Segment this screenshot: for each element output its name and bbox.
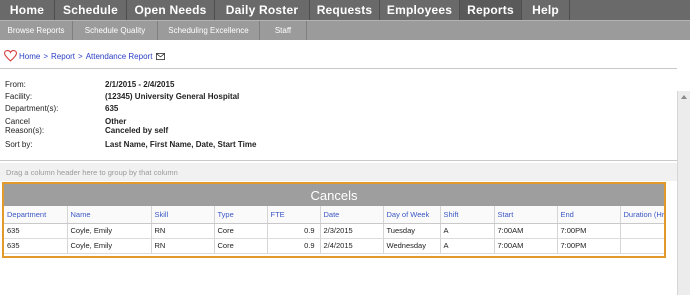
subnav-staff[interactable]: Staff — [260, 21, 307, 40]
cell-date: 2/3/2015 — [320, 223, 384, 239]
divider — [0, 160, 677, 161]
column-header-date[interactable]: Date — [320, 206, 384, 224]
nav-help[interactable]: Help — [522, 0, 570, 20]
column-header-start[interactable]: Start — [494, 206, 558, 224]
breadcrumb-separator: > — [43, 51, 49, 61]
subnav-browse-reports[interactable]: Browse Reports — [0, 21, 73, 40]
nav-employees[interactable]: Employees — [380, 0, 460, 20]
cell-department: 635 — [4, 223, 68, 239]
cancels-table: Department Name Skill Type FTE Date Day … — [4, 206, 664, 254]
cell-shift: A — [440, 238, 495, 254]
cancel-reason-value: Other — [105, 117, 127, 126]
column-header-skill[interactable]: Skill — [151, 206, 215, 224]
table-row[interactable]: 635 Coyle, Emily RN Core 0.9 2/4/2015 We… — [4, 238, 664, 254]
sub-navigation: Browse Reports Schedule Quality Scheduli… — [0, 20, 690, 40]
cell-date: 2/4/2015 — [320, 238, 384, 254]
column-header-department[interactable]: Department — [4, 206, 68, 224]
nav-daily-roster[interactable]: Daily Roster — [215, 0, 310, 20]
cancel-reason-label: Reason(s): — [5, 126, 45, 135]
cell-type: Core — [214, 223, 268, 239]
nav-open-needs[interactable]: Open Needs — [127, 0, 215, 20]
table-row[interactable]: 635 Coyle, Emily RN Core 0.9 2/3/2015 Tu… — [4, 223, 664, 239]
column-header-day-of-week[interactable]: Day of Week — [383, 206, 441, 224]
cell-shift: A — [440, 223, 495, 239]
nav-requests[interactable]: Requests — [310, 0, 380, 20]
cancel-reason-value: Canceled by self — [105, 126, 169, 135]
header-row: Department Name Skill Type FTE Date Day … — [4, 206, 664, 224]
column-header-name[interactable]: Name — [67, 206, 152, 224]
cell-day-of-week: Wednesday — [383, 238, 441, 254]
cell-start: 7:00AM — [494, 238, 558, 254]
column-header-fte[interactable]: FTE — [267, 206, 321, 224]
cell-name: Coyle, Emily — [67, 223, 152, 239]
top-navigation: Home Schedule Open Needs Daily Roster Re… — [0, 0, 690, 20]
facility-label: Facility: — [5, 92, 33, 101]
nav-reports[interactable]: Reports — [460, 0, 522, 20]
breadcrumb-report[interactable]: Report — [51, 52, 75, 61]
column-header-type[interactable]: Type — [214, 206, 268, 224]
cell-name: Coyle, Emily — [67, 238, 152, 254]
cell-end: 7:00PM — [557, 238, 621, 254]
cell-skill: RN — [151, 238, 215, 254]
column-header-shift[interactable]: Shift — [440, 206, 495, 224]
facility-value: (12345) University General Hospital — [105, 92, 240, 101]
cell-department: 635 — [4, 238, 68, 254]
sort-by-label: Sort by: — [5, 140, 33, 149]
envelope-icon[interactable] — [156, 52, 166, 60]
subnav-schedule-quality[interactable]: Schedule Quality — [73, 21, 158, 40]
cancels-grid: Cancels Department Name Skill Type FTE D… — [2, 182, 666, 258]
cell-end: 7:00PM — [557, 223, 621, 239]
column-header-end[interactable]: End — [557, 206, 621, 224]
breadcrumb-home[interactable]: Home — [19, 52, 40, 61]
cell-type: Core — [214, 238, 268, 254]
nav-schedule[interactable]: Schedule — [55, 0, 127, 20]
cell-fte: 0.9 — [267, 223, 321, 239]
column-header-duration[interactable]: Duration (Hr — [620, 206, 664, 224]
sort-by-value: Last Name, First Name, Date, Start Time — [105, 140, 257, 149]
vertical-scrollbar[interactable] — [677, 91, 690, 295]
breadcrumb-current[interactable]: Attendance Report — [86, 52, 153, 61]
departments-value: 635 — [105, 104, 119, 113]
cell-duration — [620, 238, 664, 254]
group-by-hint: Drag a column header here to group by th… — [6, 167, 178, 177]
scroll-up-arrow-icon[interactable] — [681, 95, 687, 99]
subnav-scheduling-excellence[interactable]: Scheduling Excellence — [158, 21, 260, 40]
nav-home[interactable]: Home — [0, 0, 55, 20]
cell-skill: RN — [151, 223, 215, 239]
cell-fte: 0.9 — [267, 238, 321, 254]
cell-start: 7:00AM — [494, 223, 558, 239]
cancel-reason-label: Cancel — [5, 117, 30, 126]
from-label: From: — [5, 80, 26, 89]
cell-duration — [620, 223, 664, 239]
breadcrumb: Home > Report > Attendance Report — [4, 48, 166, 64]
heart-icon[interactable] — [4, 50, 17, 62]
group-by-drop-zone[interactable]: Drag a column header here to group by th… — [0, 163, 677, 181]
from-value: 2/1/2015 - 2/4/2015 — [105, 80, 175, 89]
grid-title: Cancels — [4, 184, 664, 206]
cell-day-of-week: Tuesday — [383, 223, 441, 239]
departments-label: Department(s): — [5, 104, 59, 113]
divider — [0, 68, 677, 69]
breadcrumb-separator: > — [78, 51, 83, 61]
